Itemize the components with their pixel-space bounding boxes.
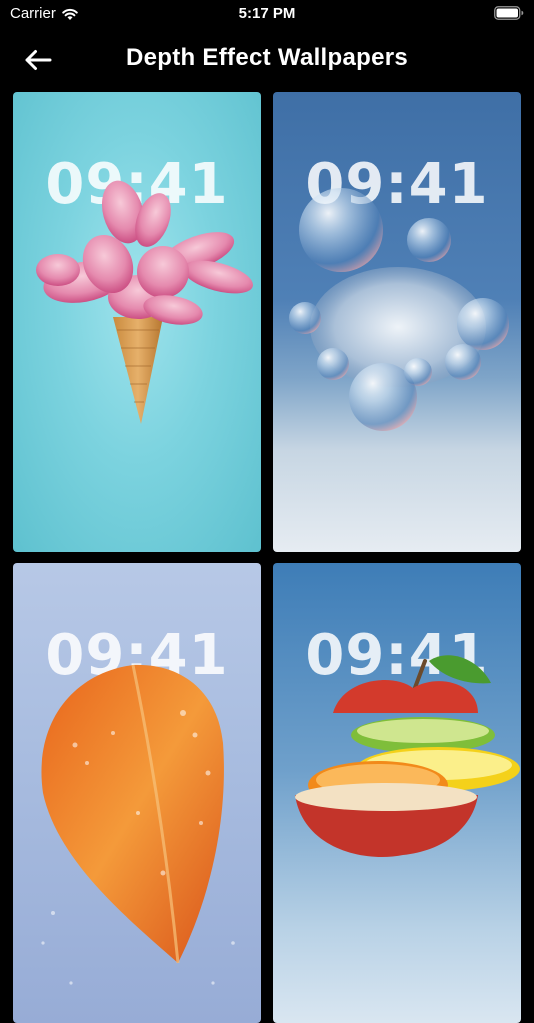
- wallpaper-card-flower-cone[interactable]: 09:41: [13, 92, 261, 552]
- orange-leaf-illustration: [41, 664, 235, 985]
- wallpaper-card-orange-leaf[interactable]: 09:41: [13, 563, 261, 1023]
- wallpaper-card-bubbles[interactable]: 09:41: [273, 92, 521, 552]
- navigation-bar: Depth Effect Wallpapers: [0, 36, 534, 82]
- bubbles-illustration: [289, 188, 509, 431]
- status-bar: Carrier 5:17 PM: [0, 0, 534, 30]
- flower-cone-illustration: [36, 180, 253, 424]
- fruit-stack-illustration: [295, 655, 520, 858]
- page-title: Depth Effect Wallpapers: [125, 44, 409, 71]
- wallpaper-card-fruit-stack[interactable]: 09:41: [273, 563, 521, 1023]
- status-time: 5:17 PM: [238, 5, 296, 22]
- battery-icon: [494, 6, 524, 20]
